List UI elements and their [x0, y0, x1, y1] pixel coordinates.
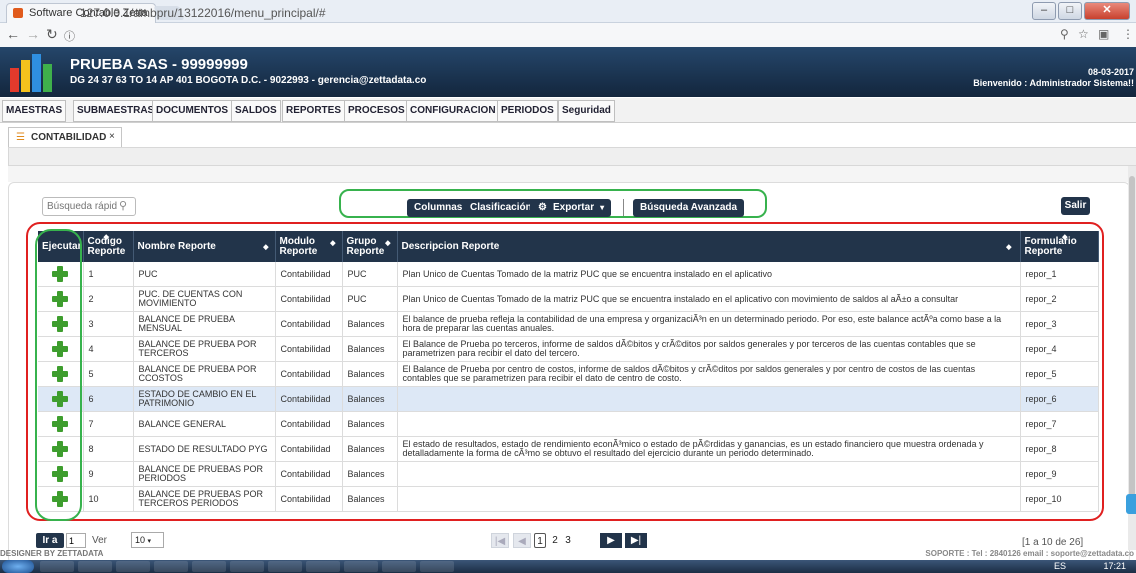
table-highlight	[26, 222, 1104, 521]
start-button[interactable]	[2, 560, 34, 573]
menu-reportes[interactable]: REPORTES	[282, 100, 346, 122]
chat-widget-icon[interactable]	[1126, 494, 1136, 514]
ir-a-button[interactable]: Ir a	[36, 533, 64, 548]
page-size-value: 10	[135, 535, 146, 545]
taskbar-app-icon[interactable]	[154, 561, 188, 572]
menu-dots-icon[interactable]: ⋮	[1122, 27, 1134, 41]
next-page-icon[interactable]: ▶	[600, 533, 622, 548]
page-2-link[interactable]: 2	[550, 533, 560, 548]
chevron-down-icon: ▾	[600, 203, 605, 212]
company-name: PRUEBA SAS - 99999999	[70, 56, 248, 73]
reload-icon[interactable]: ↻	[46, 26, 58, 43]
menu-periodos[interactable]: PERIODOS	[497, 100, 558, 122]
toolbar-separator	[623, 199, 624, 216]
ver-label: Ver	[92, 535, 108, 546]
content-gap	[8, 166, 1136, 182]
chevron-down-icon: ▾	[147, 538, 152, 545]
list-icon: ☰	[16, 132, 25, 143]
pagination-info: [1 a 10 de 26]	[1022, 537, 1084, 548]
last-page-icon[interactable]: ▶|	[625, 533, 647, 548]
company-address: DG 24 37 63 TO 14 AP 401 BOGOTA D.C. - 9…	[70, 75, 427, 86]
goto-page-input[interactable]	[66, 533, 86, 548]
close-window-button[interactable]: ✕	[1084, 2, 1130, 20]
taskbar-app-icon[interactable]	[192, 561, 226, 572]
footer-designer: DESIGNER BY ZETTADATA	[0, 549, 104, 558]
clasificacion-button[interactable]: Clasificación	[463, 199, 539, 217]
welcome-text: Bienvenido : Administrador Sistema!!	[973, 78, 1134, 88]
bookmark-star-icon[interactable]: ☆	[1078, 27, 1089, 41]
taskbar-app-icon[interactable]	[230, 561, 264, 572]
tab-contabilidad-label: CONTABILIDAD	[31, 132, 107, 143]
salir-button[interactable]: Salir	[1061, 197, 1090, 215]
taskbar-clock[interactable]: 17:21	[1103, 561, 1126, 571]
menu-saldos[interactable]: SALDOS	[231, 100, 281, 122]
extension-icon[interactable]: ▣	[1098, 27, 1109, 41]
info-icon[interactable]: ⓘ	[64, 28, 75, 44]
menu-maestras[interactable]: MAESTRAS	[2, 100, 67, 122]
page-size-select[interactable]: 10 ▾	[131, 532, 164, 548]
forward-icon[interactable]: →	[26, 26, 40, 42]
taskbar-app-icon[interactable]	[116, 561, 150, 572]
menu-seguridad[interactable]: Seguridad	[558, 100, 615, 122]
tray-language[interactable]: ES	[1054, 561, 1066, 571]
prev-page-icon[interactable]: ◀	[513, 533, 531, 548]
url-input[interactable]	[78, 3, 1062, 22]
favicon-icon	[13, 8, 23, 18]
scrollbar-thumb[interactable]	[1129, 176, 1135, 506]
back-icon[interactable]: ←	[6, 26, 20, 42]
menu-configuracion[interactable]: CONFIGURACION	[406, 100, 500, 122]
address-bar: ← → ↻ ⓘ ⚲ ☆ ▣ ⋮	[0, 23, 1136, 48]
header-date: 08-03-2017	[1087, 67, 1134, 77]
close-tab-contabilidad-icon[interactable]: ×	[109, 131, 115, 142]
tab-content-strip	[8, 147, 1136, 166]
zettadata-logo-icon	[10, 54, 52, 92]
busqueda-avanzada-button[interactable]: Búsqueda Avanzada	[633, 199, 745, 217]
exportar-label: Exportar	[552, 202, 595, 213]
page-3-link[interactable]: 3	[563, 533, 573, 548]
taskbar-app-icon[interactable]	[382, 561, 416, 572]
tab-contabilidad[interactable]: ☰ CONTABILIDAD ×	[8, 127, 122, 148]
taskbar-app-icon[interactable]	[420, 561, 454, 572]
menu-procesos[interactable]: PROCESOS	[344, 100, 409, 122]
search-icon[interactable]: ⚲	[119, 199, 127, 212]
gear-icon: ⚙	[538, 202, 547, 213]
menu-documentos[interactable]: DOCUMENTOS	[152, 100, 233, 122]
taskbar-app-icon[interactable]	[344, 561, 378, 572]
footer-support: SOPORTE : Tel : 2840126 email : soporte@…	[925, 549, 1134, 558]
taskbar-app-icon[interactable]	[306, 561, 340, 572]
taskbar-app-icon[interactable]	[268, 561, 302, 572]
menu-submaestras[interactable]: SUBMAESTRAS	[73, 100, 159, 122]
taskbar-app-icon[interactable]	[78, 561, 112, 572]
first-page-icon[interactable]: |◀	[491, 533, 509, 548]
zoom-icon[interactable]: ⚲	[1060, 27, 1069, 41]
ejecutar-column-highlight	[35, 229, 82, 521]
taskbar-app-icon[interactable]	[40, 561, 74, 572]
exportar-button[interactable]: ⚙ Exportar ▾	[530, 199, 612, 217]
page-1-link[interactable]: 1	[534, 533, 546, 548]
columnas-button[interactable]: Columnas	[407, 199, 470, 217]
